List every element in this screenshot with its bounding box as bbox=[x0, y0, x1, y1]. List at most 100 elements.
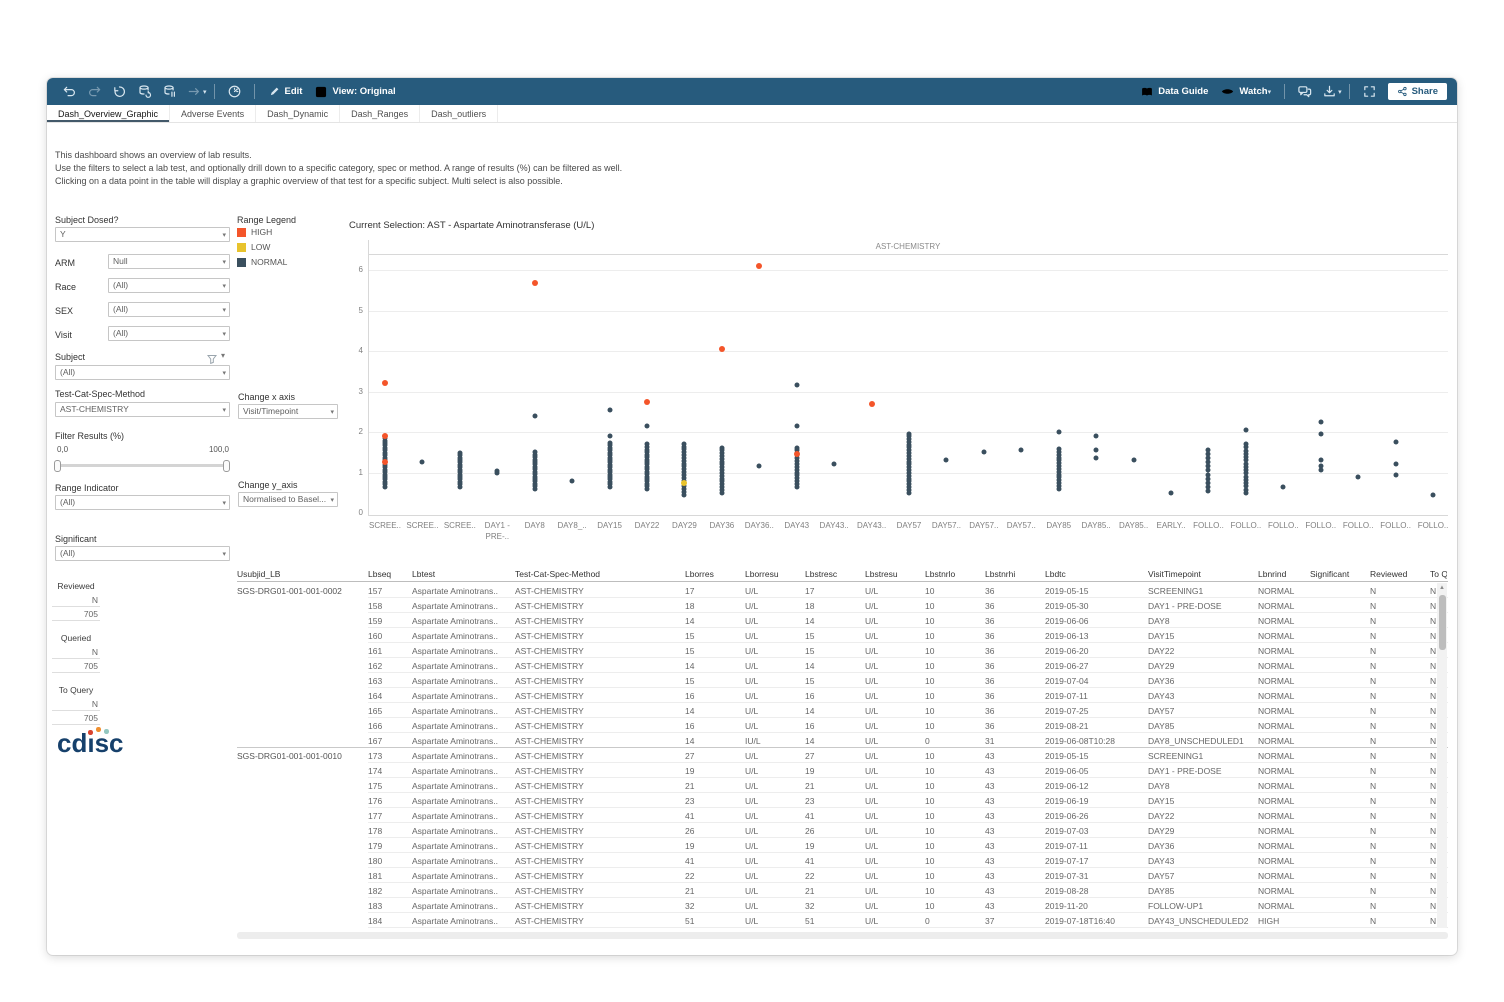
table-cell-visittimepoint[interactable]: DAY85 bbox=[1148, 721, 1256, 731]
table-cell-lbnrind[interactable]: HIGH bbox=[1258, 916, 1308, 926]
table-cell-lbstresc[interactable]: 41 bbox=[805, 811, 863, 821]
data-point-normal[interactable] bbox=[457, 450, 462, 455]
table-cell-lbstresu[interactable]: U/L bbox=[865, 751, 923, 761]
table-cell-test-cat-spec-method[interactable]: AST-CHEMISTRY bbox=[515, 781, 683, 791]
data-point-high[interactable] bbox=[382, 433, 388, 439]
data-point-normal[interactable] bbox=[1094, 456, 1099, 461]
data-point-normal[interactable] bbox=[1393, 472, 1398, 477]
table-cell-lbseq[interactable]: 160 bbox=[368, 631, 410, 641]
data-point-normal[interactable] bbox=[1169, 490, 1174, 495]
table-cell-lborres[interactable]: 14 bbox=[685, 616, 743, 626]
table-cell-reviewed[interactable]: N bbox=[1370, 676, 1428, 686]
table-cell-lbdtc[interactable]: 2019-07-18T16:40 bbox=[1045, 916, 1146, 926]
table-cell-lbnrind[interactable]: NORMAL bbox=[1258, 676, 1308, 686]
table-cell-lbdtc[interactable]: 2019-06-20 bbox=[1045, 646, 1146, 656]
table-cell-lbstresu[interactable]: U/L bbox=[865, 886, 923, 896]
data-point-normal[interactable] bbox=[495, 468, 500, 473]
table-cell-lbnrind[interactable]: NORMAL bbox=[1258, 691, 1308, 701]
data-point-high[interactable] bbox=[719, 346, 725, 352]
table-cell-lbstnrhi[interactable]: 36 bbox=[985, 691, 1043, 701]
table-cell-lborresu[interactable]: U/L bbox=[745, 796, 803, 806]
table-cell-lbstnrhi[interactable]: 36 bbox=[985, 676, 1043, 686]
table-cell-lborres[interactable]: 14 bbox=[685, 706, 743, 716]
table-cell-lbdtc[interactable]: 2019-06-06 bbox=[1045, 616, 1146, 626]
table-cell-lbseq[interactable]: 177 bbox=[368, 811, 410, 821]
data-point-high[interactable] bbox=[794, 451, 800, 457]
table-cell-reviewed[interactable]: N bbox=[1370, 586, 1428, 596]
table-cell-lbdtc[interactable]: 2019-06-08T10:28 bbox=[1045, 736, 1146, 746]
table-cell-lborresu[interactable]: U/L bbox=[745, 691, 803, 701]
table-cell-lbstnrhi[interactable]: 43 bbox=[985, 766, 1043, 776]
table-cell-lbstnrlo[interactable]: 10 bbox=[925, 631, 983, 641]
table-cell-lbstnrlo[interactable]: 0 bbox=[925, 916, 983, 926]
table-cell-visittimepoint[interactable]: DAY22 bbox=[1148, 646, 1256, 656]
table-cell-lbstnrlo[interactable]: 10 bbox=[925, 676, 983, 686]
table-cell-lborres[interactable]: 18 bbox=[685, 601, 743, 611]
table-cell-lborres[interactable]: 19 bbox=[685, 841, 743, 851]
table-cell-lbstresc[interactable]: 21 bbox=[805, 781, 863, 791]
table-cell-lbtest[interactable]: Aspartate Aminotrans.. bbox=[412, 646, 513, 656]
table-cell-lbdtc[interactable]: 2019-06-26 bbox=[1045, 811, 1146, 821]
data-point-high[interactable] bbox=[869, 401, 875, 407]
table-cell-test-cat-spec-method[interactable]: AST-CHEMISTRY bbox=[515, 586, 683, 596]
table-cell-lbdtc[interactable]: 2019-05-15 bbox=[1045, 751, 1146, 761]
table-cell-lbstnrlo[interactable]: 10 bbox=[925, 661, 983, 671]
table-cell-lbtest[interactable]: Aspartate Aminotrans.. bbox=[412, 871, 513, 881]
table-cell-test-cat-spec-method[interactable]: AST-CHEMISTRY bbox=[515, 916, 683, 926]
table-cell-test-cat-spec-method[interactable]: AST-CHEMISTRY bbox=[515, 721, 683, 731]
table-cell-lbtest[interactable]: Aspartate Aminotrans.. bbox=[412, 691, 513, 701]
table-cell-visittimepoint[interactable]: DAY8_UNSCHEDULED1 bbox=[1148, 736, 1256, 746]
table-cell-lbstnrlo[interactable]: 10 bbox=[925, 616, 983, 626]
table-cell-test-cat-spec-method[interactable]: AST-CHEMISTRY bbox=[515, 601, 683, 611]
table-cell-lbstresc[interactable]: 17 bbox=[805, 586, 863, 596]
table-cell-lbnrind[interactable]: NORMAL bbox=[1258, 826, 1308, 836]
table-cell-lbstresc[interactable]: 26 bbox=[805, 826, 863, 836]
table-cell-test-cat-spec-method[interactable]: AST-CHEMISTRY bbox=[515, 661, 683, 671]
undo-button[interactable] bbox=[57, 81, 82, 102]
table-cell-lbstresc[interactable]: 14 bbox=[805, 736, 863, 746]
table-cell-lbnrind[interactable]: NORMAL bbox=[1258, 601, 1308, 611]
table-cell-visittimepoint[interactable]: DAY15 bbox=[1148, 631, 1256, 641]
table-cell-lbdtc[interactable]: 2019-07-25 bbox=[1045, 706, 1146, 716]
table-cell-reviewed[interactable]: N bbox=[1370, 841, 1428, 851]
table-cell-lborres[interactable]: 32 bbox=[685, 901, 743, 911]
table-cell-lbnrind[interactable]: NORMAL bbox=[1258, 766, 1308, 776]
table-cell-lbstresu[interactable]: U/L bbox=[865, 616, 923, 626]
table-cell-reviewed[interactable]: N bbox=[1370, 706, 1428, 716]
table-cell-reviewed[interactable]: N bbox=[1370, 646, 1428, 656]
table-cell-lbstnrhi[interactable]: 36 bbox=[985, 601, 1043, 611]
table-cell-lbstresu[interactable]: U/L bbox=[865, 631, 923, 641]
redo-button[interactable] bbox=[82, 81, 107, 102]
table-cell-lbtest[interactable]: Aspartate Aminotrans.. bbox=[412, 766, 513, 776]
table-cell-lbstnrhi[interactable]: 43 bbox=[985, 826, 1043, 836]
table-cell-lborres[interactable]: 23 bbox=[685, 796, 743, 806]
table-cell-lbdtc[interactable]: 2019-07-11 bbox=[1045, 691, 1146, 701]
table-cell-lborresu[interactable]: U/L bbox=[745, 871, 803, 881]
table-cell-reviewed[interactable]: N bbox=[1370, 631, 1428, 641]
table-cell-lbtest[interactable]: Aspartate Aminotrans.. bbox=[412, 751, 513, 761]
view-original-button[interactable]: View: Original bbox=[308, 85, 401, 99]
table-cell-lbdtc[interactable]: 2019-05-30 bbox=[1045, 601, 1146, 611]
table-cell-lbseq[interactable]: 158 bbox=[368, 601, 410, 611]
table-cell-lbstnrlo[interactable]: 10 bbox=[925, 871, 983, 881]
table-cell-lbseq[interactable]: 175 bbox=[368, 781, 410, 791]
table-cell-test-cat-spec-method[interactable]: AST-CHEMISTRY bbox=[515, 766, 683, 776]
data-point-normal[interactable] bbox=[794, 423, 799, 428]
table-cell-lbstnrlo[interactable]: 10 bbox=[925, 901, 983, 911]
table-cell-test-cat-spec-method[interactable]: AST-CHEMISTRY bbox=[515, 631, 683, 641]
slider-handle-left[interactable] bbox=[54, 460, 61, 472]
data-point-high[interactable] bbox=[382, 380, 388, 386]
table-cell-lbnrind[interactable]: NORMAL bbox=[1258, 751, 1308, 761]
data-point-low[interactable] bbox=[681, 480, 687, 486]
table-cell-lbstnrhi[interactable]: 36 bbox=[985, 616, 1043, 626]
table-cell-lbtest[interactable]: Aspartate Aminotrans.. bbox=[412, 811, 513, 821]
watch-button[interactable]: Watch ▾ bbox=[1214, 84, 1277, 99]
table-cell-lborresu[interactable]: U/L bbox=[745, 586, 803, 596]
data-point-normal[interactable] bbox=[1318, 432, 1323, 437]
pause-updates-button[interactable] bbox=[157, 81, 182, 102]
table-cell-lbdtc[interactable]: 2019-07-11 bbox=[1045, 841, 1146, 851]
table-cell-reviewed[interactable]: N bbox=[1370, 766, 1428, 776]
table-cell-reviewed[interactable]: N bbox=[1370, 601, 1428, 611]
table-cell-lbstnrhi[interactable]: 43 bbox=[985, 856, 1043, 866]
table-cell-lbdtc[interactable]: 2019-06-19 bbox=[1045, 796, 1146, 806]
